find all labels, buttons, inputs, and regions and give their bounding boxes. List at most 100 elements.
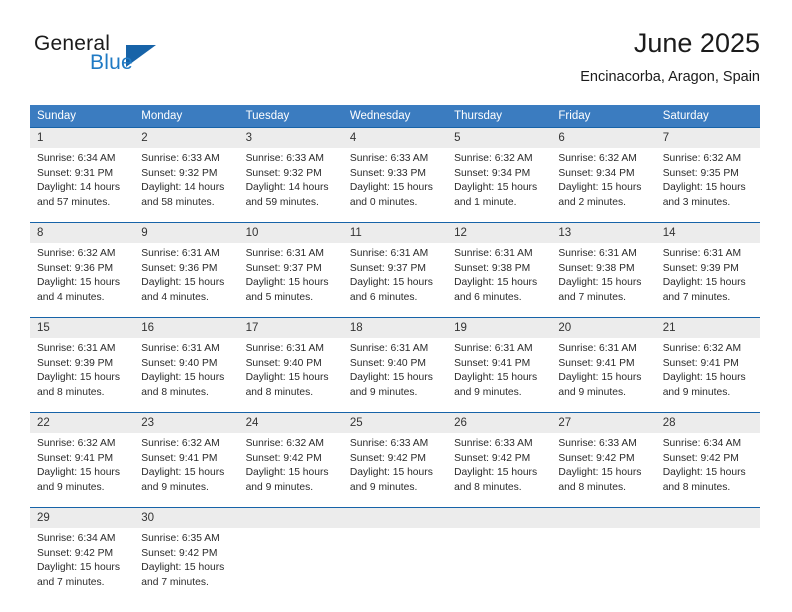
sunrise-text: Sunrise: 6:31 AM bbox=[141, 248, 220, 259]
calendar-day-cell[interactable]: 30 Sunrise: 6:35 AM Sunset: 9:42 PM Dayl… bbox=[134, 507, 239, 602]
calendar-day-cell[interactable]: 16 Sunrise: 6:31 AM Sunset: 9:40 PM Dayl… bbox=[134, 317, 239, 413]
day-number: 4 bbox=[342, 128, 448, 148]
day-details: Sunrise: 6:31 AM Sunset: 9:36 PM Dayligh… bbox=[134, 243, 238, 317]
sunrise-text: Sunrise: 6:31 AM bbox=[349, 343, 429, 354]
title-block: June 2025 Encinacorba, Aragon, Spain bbox=[580, 26, 760, 88]
day-number bbox=[342, 508, 448, 528]
calendar-day-cell[interactable]: 23 Sunrise: 6:32 AM Sunset: 9:41 PM Dayl… bbox=[134, 412, 239, 508]
daylight-text-line2: and 7 minutes. bbox=[662, 291, 731, 303]
daylight-text-line1: Daylight: 15 hours bbox=[245, 467, 329, 479]
day-details: Sunrise: 6:32 AM Sunset: 9:36 PM Dayligh… bbox=[30, 243, 134, 317]
calendar-day-cell[interactable]: 10 Sunrise: 6:31 AM Sunset: 9:37 PM Dayl… bbox=[238, 222, 343, 318]
daylight-text-line2: and 4 minutes. bbox=[141, 291, 209, 303]
sunrise-text: Sunrise: 6:33 AM bbox=[454, 438, 533, 449]
weekday-header-wednesday: Wednesday bbox=[342, 105, 448, 128]
sunset-text: Sunset: 9:37 PM bbox=[245, 262, 322, 274]
calendar-day-cell[interactable]: 1 Sunrise: 6:34 AM Sunset: 9:31 PM Dayli… bbox=[30, 127, 135, 223]
calendar-day-cell[interactable]: 15 Sunrise: 6:31 AM Sunset: 9:39 PM Dayl… bbox=[30, 317, 135, 413]
daylight-text-line1: Daylight: 15 hours bbox=[141, 562, 225, 574]
calendar-day-cell[interactable]: 28 Sunrise: 6:34 AM Sunset: 9:42 PM Dayl… bbox=[655, 412, 760, 508]
daylight-text-line2: and 58 minutes. bbox=[141, 196, 215, 208]
daylight-text-line1: Daylight: 14 hours bbox=[37, 182, 120, 194]
sunrise-text: Sunrise: 6:34 AM bbox=[37, 153, 116, 164]
daylight-text-line1: Daylight: 15 hours bbox=[37, 562, 120, 574]
calendar-day-cell[interactable]: 17 Sunrise: 6:31 AM Sunset: 9:40 PM Dayl… bbox=[238, 317, 343, 413]
calendar-day-cell[interactable]: 14 Sunrise: 6:31 AM Sunset: 9:39 PM Dayl… bbox=[655, 222, 760, 318]
day-number: 20 bbox=[551, 318, 656, 338]
sunrise-text: Sunrise: 6:32 AM bbox=[558, 153, 637, 164]
daylight-text-line2: and 9 minutes. bbox=[662, 386, 731, 398]
day-details: Sunrise: 6:31 AM Sunset: 9:38 PM Dayligh… bbox=[551, 243, 655, 317]
sunrise-text: Sunrise: 6:33 AM bbox=[349, 153, 429, 164]
sunrise-text: Sunrise: 6:32 AM bbox=[245, 438, 324, 449]
calendar-day-cell[interactable]: 3 Sunrise: 6:33 AM Sunset: 9:32 PM Dayli… bbox=[238, 127, 343, 223]
daylight-text-line2: and 8 minutes. bbox=[662, 481, 731, 493]
weekday-header-tuesday: Tuesday bbox=[238, 105, 343, 128]
daylight-text-line2: and 9 minutes. bbox=[245, 481, 314, 493]
weekday-header-friday: Friday bbox=[551, 105, 656, 128]
calendar-day-cell[interactable]: 12 Sunrise: 6:31 AM Sunset: 9:38 PM Dayl… bbox=[447, 222, 552, 318]
day-number: 11 bbox=[342, 223, 448, 243]
sunset-text: Sunset: 9:34 PM bbox=[454, 167, 531, 179]
day-details: Sunrise: 6:31 AM Sunset: 9:38 PM Dayligh… bbox=[447, 243, 551, 317]
day-details: Sunrise: 6:31 AM Sunset: 9:40 PM Dayligh… bbox=[134, 338, 238, 412]
sunset-text: Sunset: 9:41 PM bbox=[141, 452, 218, 464]
calendar-day-cell[interactable]: 7 Sunrise: 6:32 AM Sunset: 9:35 PM Dayli… bbox=[655, 127, 760, 223]
calendar-day-cell[interactable]: 27 Sunrise: 6:33 AM Sunset: 9:42 PM Dayl… bbox=[551, 412, 656, 508]
calendar-day-cell[interactable]: 6 Sunrise: 6:32 AM Sunset: 9:34 PM Dayli… bbox=[551, 127, 656, 223]
day-number bbox=[447, 508, 552, 528]
calendar-day-cell[interactable]: 25 Sunrise: 6:33 AM Sunset: 9:42 PM Dayl… bbox=[342, 412, 448, 508]
daylight-text-line1: Daylight: 15 hours bbox=[349, 372, 433, 384]
calendar-day-cell[interactable]: 18 Sunrise: 6:31 AM Sunset: 9:40 PM Dayl… bbox=[342, 317, 448, 413]
day-number: 13 bbox=[551, 223, 656, 243]
sunset-text: Sunset: 9:32 PM bbox=[141, 167, 218, 179]
daylight-text-line1: Daylight: 15 hours bbox=[558, 372, 642, 384]
sunset-text: Sunset: 9:33 PM bbox=[349, 167, 426, 179]
day-number: 1 bbox=[30, 128, 135, 148]
calendar-day-cell[interactable]: 5 Sunrise: 6:32 AM Sunset: 9:34 PM Dayli… bbox=[447, 127, 552, 223]
sunset-text: Sunset: 9:37 PM bbox=[349, 262, 426, 274]
daylight-text-line1: Daylight: 15 hours bbox=[349, 467, 433, 479]
sunset-text: Sunset: 9:31 PM bbox=[37, 167, 114, 179]
sunset-text: Sunset: 9:39 PM bbox=[37, 357, 114, 369]
calendar-day-cell[interactable]: 19 Sunrise: 6:31 AM Sunset: 9:41 PM Dayl… bbox=[447, 317, 552, 413]
daylight-text-line1: Daylight: 14 hours bbox=[245, 182, 329, 194]
day-details: Sunrise: 6:35 AM Sunset: 9:42 PM Dayligh… bbox=[134, 528, 238, 602]
general-blue-logo[interactable]: General Blue bbox=[30, 32, 240, 92]
calendar-day-cell[interactable]: 11 Sunrise: 6:31 AM Sunset: 9:37 PM Dayl… bbox=[342, 222, 448, 318]
day-details: Sunrise: 6:32 AM Sunset: 9:41 PM Dayligh… bbox=[134, 433, 238, 507]
calendar-day-cell[interactable]: 24 Sunrise: 6:32 AM Sunset: 9:42 PM Dayl… bbox=[238, 412, 343, 508]
calendar-day-cell-empty bbox=[238, 507, 343, 602]
calendar-day-cell[interactable]: 13 Sunrise: 6:31 AM Sunset: 9:38 PM Dayl… bbox=[551, 222, 656, 318]
calendar-day-cell-empty bbox=[551, 507, 656, 602]
calendar-day-cell[interactable]: 21 Sunrise: 6:32 AM Sunset: 9:41 PM Dayl… bbox=[655, 317, 760, 413]
day-details: Sunrise: 6:32 AM Sunset: 9:42 PM Dayligh… bbox=[239, 433, 343, 507]
sunset-text: Sunset: 9:42 PM bbox=[454, 452, 531, 464]
daylight-text-line1: Daylight: 15 hours bbox=[245, 277, 329, 289]
calendar-day-cell[interactable]: 20 Sunrise: 6:31 AM Sunset: 9:41 PM Dayl… bbox=[551, 317, 656, 413]
day-details: Sunrise: 6:32 AM Sunset: 9:34 PM Dayligh… bbox=[447, 148, 551, 222]
sunset-text: Sunset: 9:36 PM bbox=[37, 262, 114, 274]
daylight-text-line1: Daylight: 15 hours bbox=[141, 467, 225, 479]
calendar-day-cell-empty bbox=[342, 507, 448, 602]
calendar-week-row: 29 Sunrise: 6:34 AM Sunset: 9:42 PM Dayl… bbox=[30, 507, 760, 602]
calendar-day-cell[interactable]: 2 Sunrise: 6:33 AM Sunset: 9:32 PM Dayli… bbox=[134, 127, 239, 223]
calendar-week-row: 1 Sunrise: 6:34 AM Sunset: 9:31 PM Dayli… bbox=[30, 127, 760, 223]
daylight-text-line1: Daylight: 15 hours bbox=[454, 277, 538, 289]
daylight-text-line2: and 4 minutes. bbox=[37, 291, 105, 303]
calendar-day-cell[interactable]: 4 Sunrise: 6:33 AM Sunset: 9:33 PM Dayli… bbox=[342, 127, 448, 223]
calendar-day-cell[interactable]: 9 Sunrise: 6:31 AM Sunset: 9:36 PM Dayli… bbox=[134, 222, 239, 318]
day-details bbox=[343, 528, 447, 602]
calendar-day-cell[interactable]: 8 Sunrise: 6:32 AM Sunset: 9:36 PM Dayli… bbox=[30, 222, 135, 318]
calendar-day-cell[interactable]: 22 Sunrise: 6:32 AM Sunset: 9:41 PM Dayl… bbox=[30, 412, 135, 508]
daylight-text-line2: and 8 minutes. bbox=[141, 386, 209, 398]
sunrise-text: Sunrise: 6:32 AM bbox=[662, 343, 742, 354]
sunset-text: Sunset: 9:40 PM bbox=[245, 357, 322, 369]
calendar-day-cell[interactable]: 29 Sunrise: 6:34 AM Sunset: 9:42 PM Dayl… bbox=[30, 507, 135, 602]
day-details: Sunrise: 6:34 AM Sunset: 9:42 PM Dayligh… bbox=[30, 528, 134, 602]
daylight-text-line2: and 9 minutes. bbox=[141, 481, 209, 493]
calendar-week-row: 15 Sunrise: 6:31 AM Sunset: 9:39 PM Dayl… bbox=[30, 317, 760, 413]
daylight-text-line1: Daylight: 15 hours bbox=[558, 467, 642, 479]
calendar-day-cell[interactable]: 26 Sunrise: 6:33 AM Sunset: 9:42 PM Dayl… bbox=[447, 412, 552, 508]
sunset-text: Sunset: 9:42 PM bbox=[558, 452, 635, 464]
